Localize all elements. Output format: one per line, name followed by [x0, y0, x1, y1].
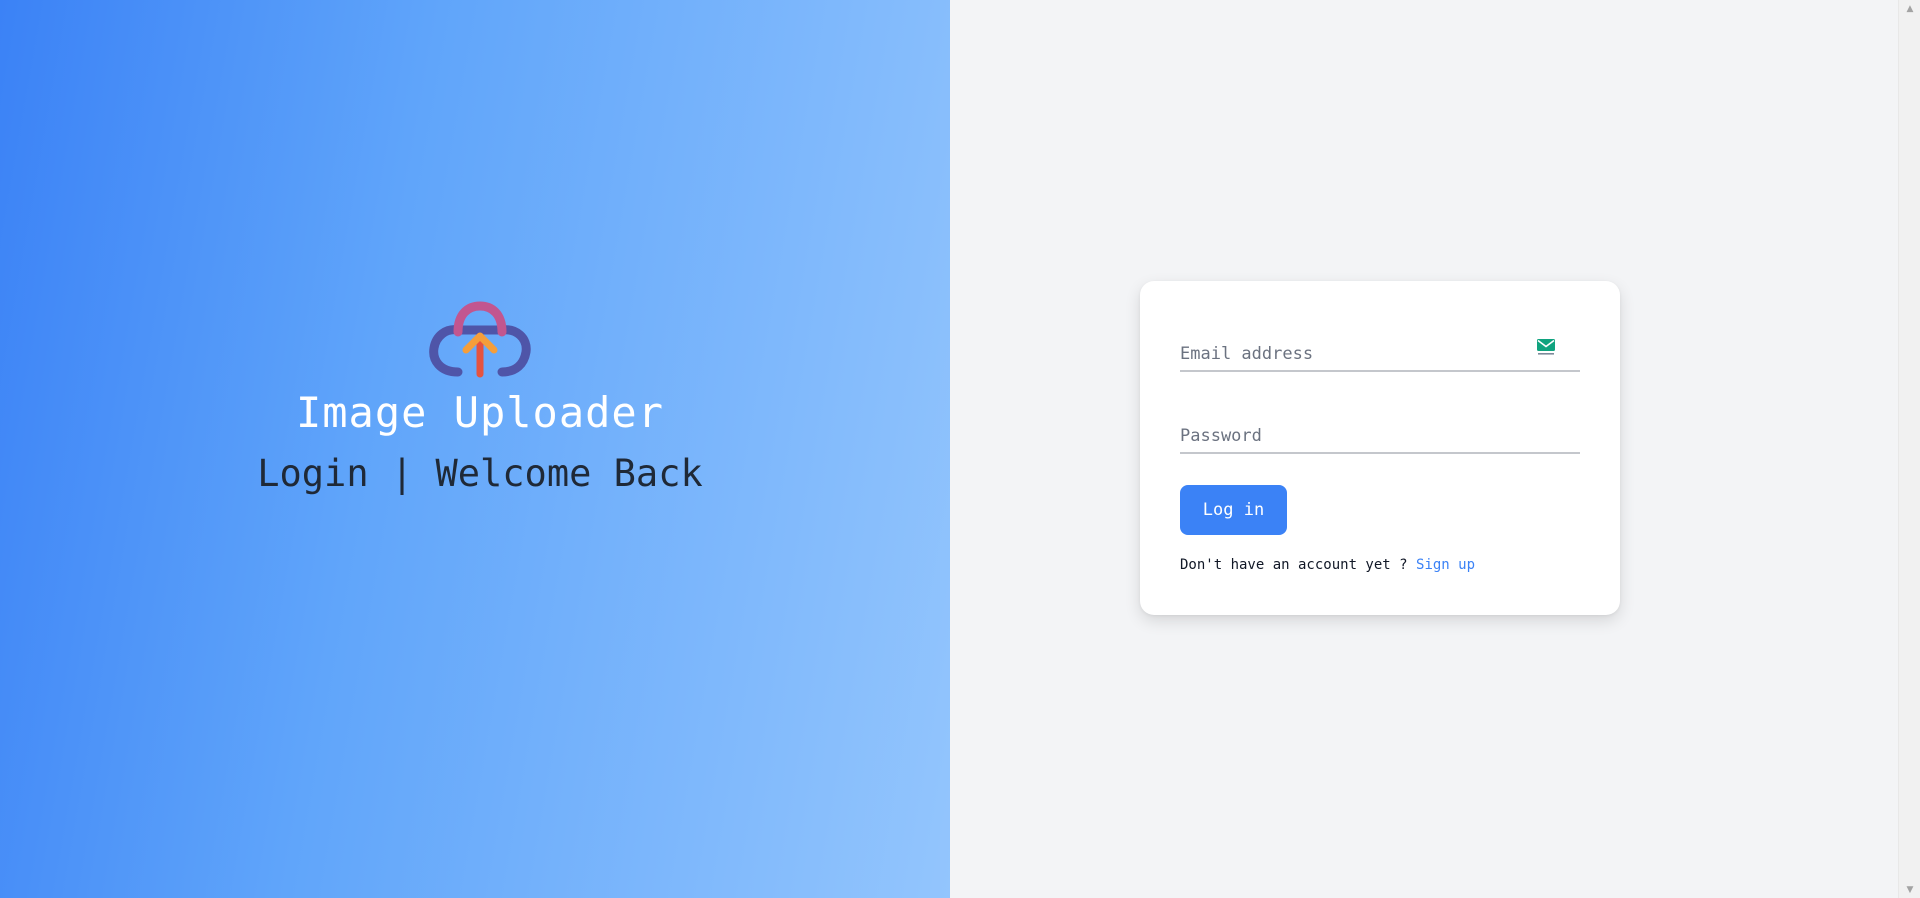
page-scrollbar[interactable]: ▲ ▼: [1898, 0, 1920, 898]
mail-icon: [1537, 339, 1555, 355]
email-input[interactable]: [1180, 328, 1580, 370]
password-input[interactable]: [1180, 410, 1580, 452]
signup-link[interactable]: Sign up: [1416, 557, 1475, 573]
app-title: Image Uploader: [295, 388, 664, 437]
email-field-wrapper: [1180, 328, 1580, 372]
page-subtitle: Login | Welcome Back: [257, 452, 703, 496]
login-button[interactable]: Log in: [1180, 485, 1287, 535]
signup-prompt-text: Don't have an account yet ?: [1180, 557, 1408, 573]
password-field-wrapper: [1180, 410, 1580, 454]
brand-block: Image Uploader Login | Welcome Back: [0, 298, 960, 495]
signup-prompt-line: Don't have an account yet ? Sign up: [1180, 557, 1475, 573]
scroll-up-arrow-icon[interactable]: ▲: [1899, 0, 1920, 17]
cloud-upload-logo-icon: [429, 301, 531, 378]
hero-panel: Image Uploader Login | Welcome Back: [0, 0, 950, 898]
scroll-down-arrow-icon[interactable]: ▼: [1899, 881, 1920, 898]
